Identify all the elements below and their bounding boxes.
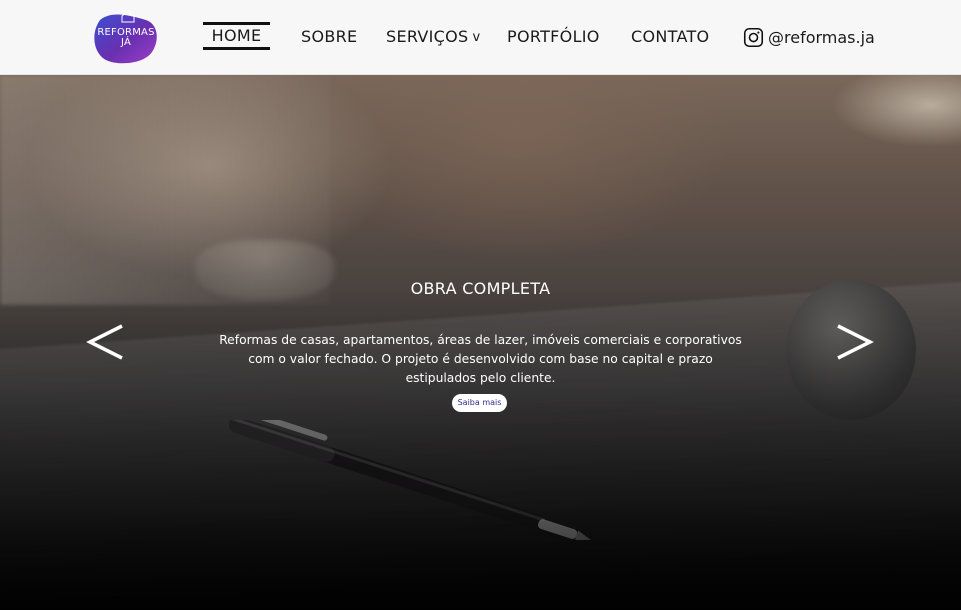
chevron-down-icon: v [472, 30, 481, 45]
nav-portfolio[interactable]: PORTFÓLIO [507, 27, 600, 49]
nav-servicos-label: SERVIÇOS [386, 27, 469, 46]
site-header: REFORMAS JÁ HOME SOBRE SERVIÇOS v PORTFÓL… [0, 0, 961, 75]
instagram-handle: @reformas.ja [768, 27, 875, 47]
hero-slider: OBRA COMPLETA Reformas de casas, apartam… [0, 75, 961, 610]
logo-text: REFORMAS JÁ [97, 27, 155, 48]
page: REFORMAS JÁ HOME SOBRE SERVIÇOS v PORTFÓL… [0, 0, 961, 610]
saiba-mais-button[interactable]: Saiba mais [452, 394, 507, 412]
nav-contato[interactable]: CONTATO [631, 27, 709, 49]
slide-title: OBRA COMPLETA [410, 279, 551, 298]
logo[interactable]: REFORMAS JÁ [92, 10, 160, 64]
nav-servicos[interactable]: SERVIÇOS v [386, 27, 481, 49]
nav-home[interactable]: HOME [203, 22, 270, 50]
slide-description: Reformas de casas, apartamentos, áreas d… [219, 333, 742, 385]
chevron-right-icon[interactable] [834, 320, 874, 364]
instagram-icon [743, 27, 764, 47]
instagram-link[interactable]: @reformas.ja [743, 26, 875, 48]
nav-sobre[interactable]: SOBRE [301, 27, 357, 49]
chevron-left-icon[interactable] [86, 320, 126, 364]
